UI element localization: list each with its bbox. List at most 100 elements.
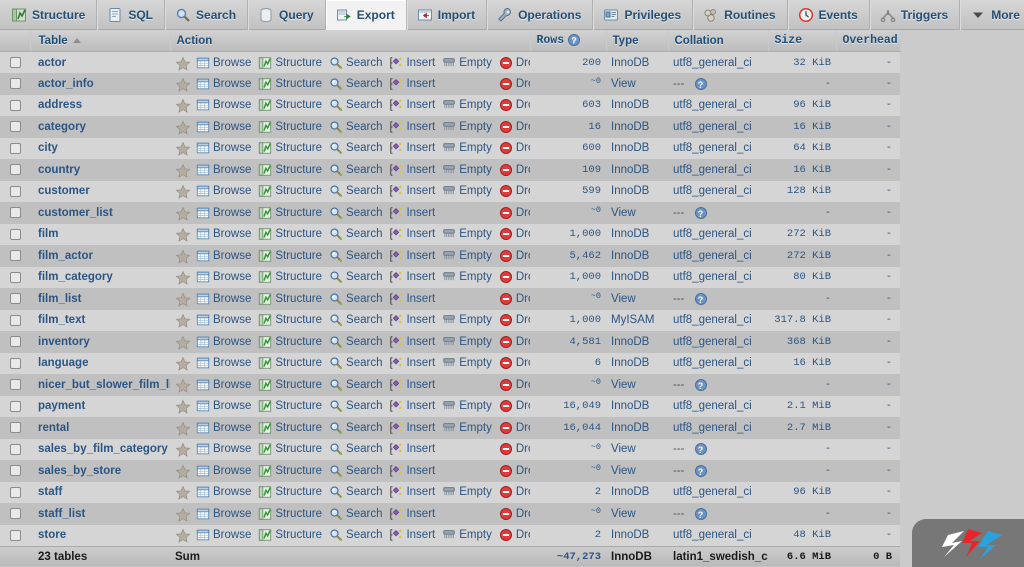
action-structure[interactable]: Structure [258, 120, 322, 134]
action-browse[interactable]: Browse [196, 120, 251, 134]
row-checkbox[interactable] [9, 228, 21, 240]
tab-sql[interactable]: SQL [97, 0, 166, 30]
favorite-star-icon[interactable] [175, 378, 191, 393]
tab-routines[interactable]: Routines [693, 0, 788, 30]
action-structure[interactable]: Structure [258, 206, 322, 220]
action-browse[interactable]: Browse [196, 485, 251, 499]
table-name-cell[interactable]: language [30, 352, 170, 375]
action-structure[interactable]: Structure [258, 292, 322, 306]
action-search[interactable]: Search [329, 206, 382, 220]
sort-asc-icon[interactable] [72, 37, 81, 43]
action-empty[interactable]: Empty [442, 141, 492, 155]
action-empty[interactable]: Empty [442, 421, 492, 435]
table-name-link[interactable]: inventory [38, 336, 90, 348]
action-empty[interactable]: Empty [442, 335, 492, 349]
table-name-link[interactable]: address [38, 99, 82, 111]
action-empty[interactable]: Empty [442, 270, 492, 284]
action-browse[interactable]: Browse [196, 399, 251, 413]
action-browse[interactable]: Browse [196, 507, 251, 521]
favorite-star-icon[interactable] [175, 56, 191, 71]
row-checkbox[interactable] [9, 400, 21, 412]
info-icon[interactable]: ? [694, 206, 707, 219]
table-row[interactable]: language Browse Structure Search Insert Empty… [0, 352, 900, 375]
action-drop[interactable]: Drop [499, 399, 530, 413]
action-drop[interactable]: Drop [499, 77, 530, 91]
info-icon[interactable]: ? [694, 507, 707, 520]
tab-privileges[interactable]: Privileges [593, 0, 694, 30]
table-name-link[interactable]: staff_list [38, 508, 85, 520]
action-search[interactable]: Search [329, 356, 382, 370]
action-drop[interactable]: Drop [499, 485, 530, 499]
action-drop[interactable]: Drop [499, 292, 530, 306]
row-checkbox-cell[interactable] [0, 51, 30, 74]
table-row[interactable]: film Browse Structure Search Insert Empty Drop… [0, 223, 900, 246]
action-insert[interactable]: Insert [389, 206, 435, 220]
action-browse[interactable]: Browse [196, 56, 251, 70]
action-search[interactable]: Search [329, 442, 382, 456]
table-name-link[interactable]: customer_list [38, 207, 113, 219]
row-checkbox-cell[interactable] [0, 438, 30, 461]
action-search[interactable]: Search [329, 399, 382, 413]
action-browse[interactable]: Browse [196, 184, 251, 198]
action-drop[interactable]: Drop [499, 249, 530, 263]
action-insert[interactable]: Insert [389, 442, 435, 456]
row-checkbox-cell[interactable] [0, 137, 30, 160]
action-search[interactable]: Search [329, 249, 382, 263]
select-all-header[interactable] [0, 30, 31, 53]
table-name-cell[interactable]: film_actor [30, 245, 170, 267]
table-name-cell[interactable]: film_category [30, 266, 170, 289]
action-structure[interactable]: Structure [258, 77, 322, 91]
row-checkbox[interactable] [9, 271, 21, 283]
action-browse[interactable]: Browse [196, 378, 251, 392]
table-name-cell[interactable]: actor_info [30, 73, 170, 95]
action-search[interactable]: Search [329, 528, 382, 542]
info-icon[interactable]: ? [694, 378, 707, 391]
table-name-cell[interactable]: customer_list [30, 202, 170, 224]
action-drop[interactable]: Drop [499, 378, 530, 392]
action-browse[interactable]: Browse [196, 227, 251, 241]
row-checkbox[interactable] [9, 529, 21, 541]
action-structure[interactable]: Structure [258, 335, 322, 349]
action-browse[interactable]: Browse [196, 313, 251, 327]
action-browse[interactable]: Browse [196, 163, 251, 177]
table-name-cell[interactable]: country [30, 159, 170, 181]
row-checkbox[interactable] [9, 314, 21, 326]
row-checkbox-cell[interactable] [0, 223, 30, 246]
favorite-star-icon[interactable] [175, 163, 191, 178]
action-browse[interactable]: Browse [196, 77, 251, 91]
action-insert[interactable]: Insert [389, 141, 435, 155]
action-drop[interactable]: Drop [499, 206, 530, 220]
tab-more[interactable]: More [960, 0, 1024, 30]
table-name-link[interactable]: actor [38, 57, 66, 69]
favorite-star-icon[interactable] [175, 528, 191, 543]
action-insert[interactable]: Insert [389, 378, 435, 392]
info-icon[interactable]: ? [568, 34, 581, 46]
table-row[interactable]: film_actor Browse Structure Search Insert Emp… [0, 245, 900, 267]
table-name-link[interactable]: category [38, 121, 86, 133]
table-row[interactable]: address Browse Structure Search Insert Empty D… [0, 94, 900, 117]
row-checkbox[interactable] [9, 250, 21, 262]
action-browse[interactable]: Browse [196, 528, 251, 542]
action-structure[interactable]: Structure [258, 356, 322, 370]
row-checkbox-cell[interactable] [0, 417, 30, 439]
table-name-link[interactable]: nicer_but_slower_film_list [38, 379, 170, 391]
favorite-star-icon[interactable] [175, 184, 191, 199]
action-structure[interactable]: Structure [258, 399, 322, 413]
table-name-link[interactable]: payment [38, 400, 85, 412]
info-icon[interactable]: ? [694, 464, 707, 477]
row-checkbox-cell[interactable] [0, 331, 30, 353]
tab-query[interactable]: Query [248, 0, 326, 30]
table-name-link[interactable]: staff [38, 486, 62, 498]
action-insert[interactable]: Insert [389, 507, 435, 521]
action-structure[interactable]: Structure [258, 485, 322, 499]
action-drop[interactable]: Drop [499, 163, 530, 177]
row-checkbox[interactable] [9, 185, 21, 197]
action-drop[interactable]: Drop [499, 421, 530, 435]
action-browse[interactable]: Browse [196, 98, 251, 112]
column-header-type[interactable]: Type [606, 30, 669, 53]
action-browse[interactable]: Browse [196, 270, 251, 284]
action-insert[interactable]: Insert [389, 77, 435, 91]
favorite-star-icon[interactable] [175, 356, 191, 371]
row-checkbox[interactable] [9, 336, 21, 348]
table-row[interactable]: staff Browse Structure Search Insert Empty Dro… [0, 481, 900, 504]
